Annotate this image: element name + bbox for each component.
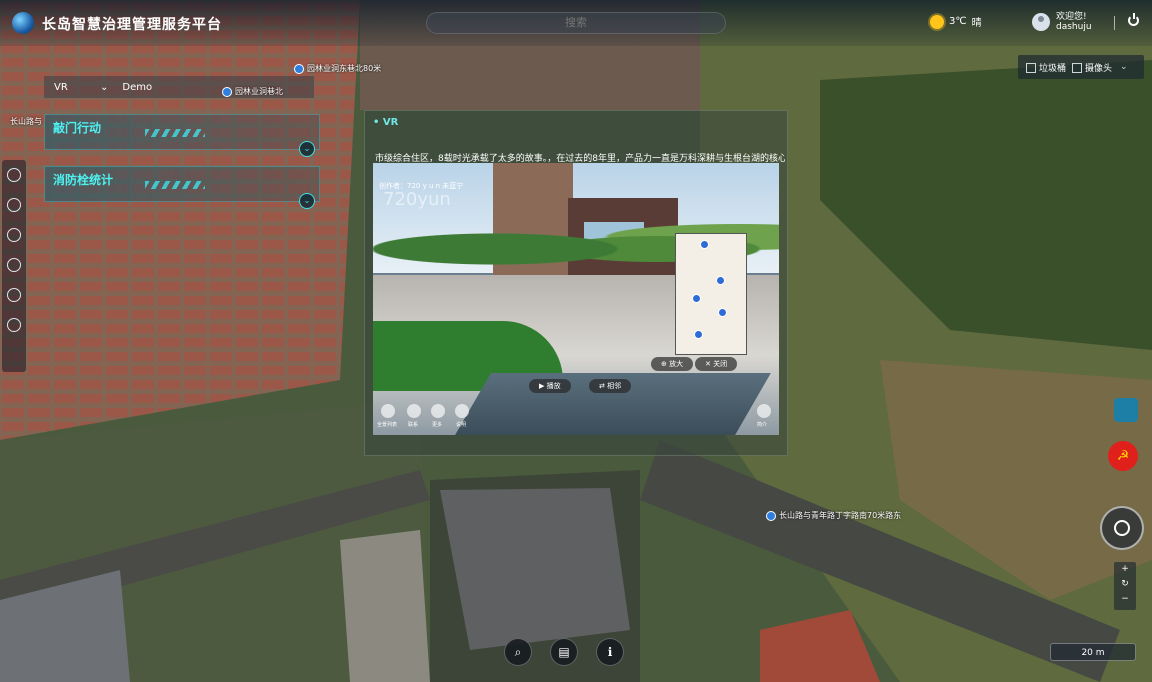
chevron-down-icon[interactable]: ⌄ bbox=[1120, 62, 1128, 72]
sun-icon bbox=[930, 14, 944, 29]
report-icon[interactable]: ▤ bbox=[550, 638, 578, 666]
play-button[interactable]: ▶ 播放 bbox=[529, 379, 571, 393]
layer-toggle-trash[interactable]: 垃圾桶 bbox=[1026, 61, 1066, 74]
hotspot-icon[interactable] bbox=[694, 330, 703, 339]
power-icon[interactable] bbox=[1128, 13, 1139, 26]
checkbox-icon bbox=[1026, 63, 1036, 73]
zoom-out-icon[interactable]: − bbox=[1114, 592, 1136, 607]
street-label: 长山路与 bbox=[10, 117, 42, 126]
search-area-icon[interactable]: ⌕ bbox=[504, 638, 532, 666]
panel-title: 消防栓统计 bbox=[53, 173, 114, 187]
reset-icon[interactable]: ↻ bbox=[1114, 577, 1136, 592]
layers-icon[interactable] bbox=[7, 288, 21, 302]
building-icon[interactable] bbox=[7, 198, 21, 212]
vr-watermark: 720yun bbox=[383, 189, 451, 210]
search-input[interactable] bbox=[426, 12, 726, 34]
vr-viewer[interactable]: 创作者：720 y u n 未蓝宁 720yun ⊕ 放大 ✕ 关闭 ▶ 播放 … bbox=[373, 163, 779, 435]
chevron-down-icon: ⌄ bbox=[100, 81, 109, 93]
divider bbox=[1114, 16, 1115, 30]
gear-icon[interactable] bbox=[7, 258, 21, 272]
vr-panel: • VR 市级综合住区，8载时光承载了太多的故事。，在过去的8年里，产品力一直是… bbox=[364, 110, 788, 456]
decorative-stripe bbox=[145, 181, 205, 189]
icon-label: 简介 bbox=[757, 422, 768, 428]
street-label: 园林业洞巷北 bbox=[222, 86, 283, 97]
layer-toggles: 垃圾桶 摄像头 ⌄ bbox=[1018, 55, 1144, 79]
globe-logo-icon bbox=[12, 12, 34, 34]
phone-icon[interactable] bbox=[407, 404, 421, 418]
avatar-icon bbox=[1032, 13, 1050, 31]
vr-select-value: Demo bbox=[122, 81, 153, 93]
hotspot-icon[interactable] bbox=[716, 276, 725, 285]
user-menu[interactable]: 欢迎您! dashuju bbox=[1032, 12, 1092, 32]
hotspot-icon[interactable] bbox=[700, 240, 709, 249]
location-pin-icon[interactable] bbox=[222, 86, 232, 97]
party-emblem-icon[interactable]: ☭ bbox=[1108, 441, 1138, 471]
user-greeting: 欢迎您! bbox=[1056, 12, 1087, 22]
chevron-down-icon[interactable]: ⌄ bbox=[299, 193, 315, 209]
weather-temp: 3℃ bbox=[949, 16, 967, 27]
left-toolbar bbox=[2, 160, 26, 372]
icon-label: 说明 bbox=[456, 422, 467, 428]
location-pin-icon[interactable] bbox=[766, 510, 776, 521]
bottom-toolbar: ⌕ ▤ ℹ bbox=[504, 638, 624, 666]
info-person-icon[interactable]: ℹ bbox=[596, 638, 624, 666]
info-icon[interactable] bbox=[455, 404, 469, 418]
vr-floorplan-minimap[interactable] bbox=[675, 233, 747, 355]
briefcase-icon[interactable] bbox=[1114, 398, 1138, 422]
icon-label: 全景列表 bbox=[377, 422, 398, 428]
document-icon[interactable] bbox=[7, 168, 21, 182]
decorative-stripe bbox=[145, 129, 205, 137]
scale-bar: 20 m bbox=[1050, 643, 1136, 661]
zoom-button[interactable]: ⊕ 放大 bbox=[651, 357, 694, 371]
compass-icon[interactable] bbox=[1100, 506, 1144, 550]
about-icon[interactable] bbox=[757, 404, 771, 418]
neighbor-button[interactable]: ⇄ 相邻 bbox=[589, 379, 632, 393]
hotspot-icon[interactable] bbox=[692, 294, 701, 303]
zoom-in-icon[interactable]: + bbox=[1114, 562, 1136, 577]
hotspot-icon[interactable] bbox=[718, 308, 727, 317]
panel-title: 敲门行动 bbox=[53, 121, 102, 135]
zoom-control[interactable]: + ↻ − bbox=[1114, 562, 1136, 610]
person-icon[interactable] bbox=[7, 228, 21, 242]
app-title: 长岛智慧治理管理服务平台 bbox=[42, 17, 222, 33]
panel-hydrant-stats[interactable]: 消防栓统计 ⌄ bbox=[44, 166, 320, 209]
chevron-down-icon[interactable]: ⌄ bbox=[299, 141, 315, 157]
checkbox-icon bbox=[1072, 63, 1083, 73]
weather-condition: 晴 bbox=[971, 18, 982, 29]
user-name: dashuju bbox=[1056, 22, 1092, 32]
vr-select-label: VR bbox=[54, 81, 68, 93]
panel-knock-action[interactable]: 敲门行动 ⌄ bbox=[44, 114, 320, 157]
more-icon[interactable] bbox=[431, 404, 445, 418]
street-label: 长山路与青年路丁字路南70米路东 bbox=[766, 510, 901, 521]
icon-label: 更多 bbox=[432, 422, 443, 428]
panorama-list-icon[interactable] bbox=[381, 404, 395, 418]
weather-widget: 3℃ 晴 bbox=[930, 14, 982, 29]
location-pin-icon[interactable] bbox=[294, 63, 304, 74]
street-label: 园林业洞东巷北80米 bbox=[294, 63, 381, 74]
vr-panel-title: • VR bbox=[373, 117, 399, 128]
icon-label: 联系 bbox=[408, 422, 419, 428]
home-icon[interactable] bbox=[7, 318, 21, 332]
layer-toggle-camera[interactable]: 摄像头 bbox=[1072, 61, 1112, 74]
close-button[interactable]: ✕ 关闭 bbox=[695, 357, 738, 371]
